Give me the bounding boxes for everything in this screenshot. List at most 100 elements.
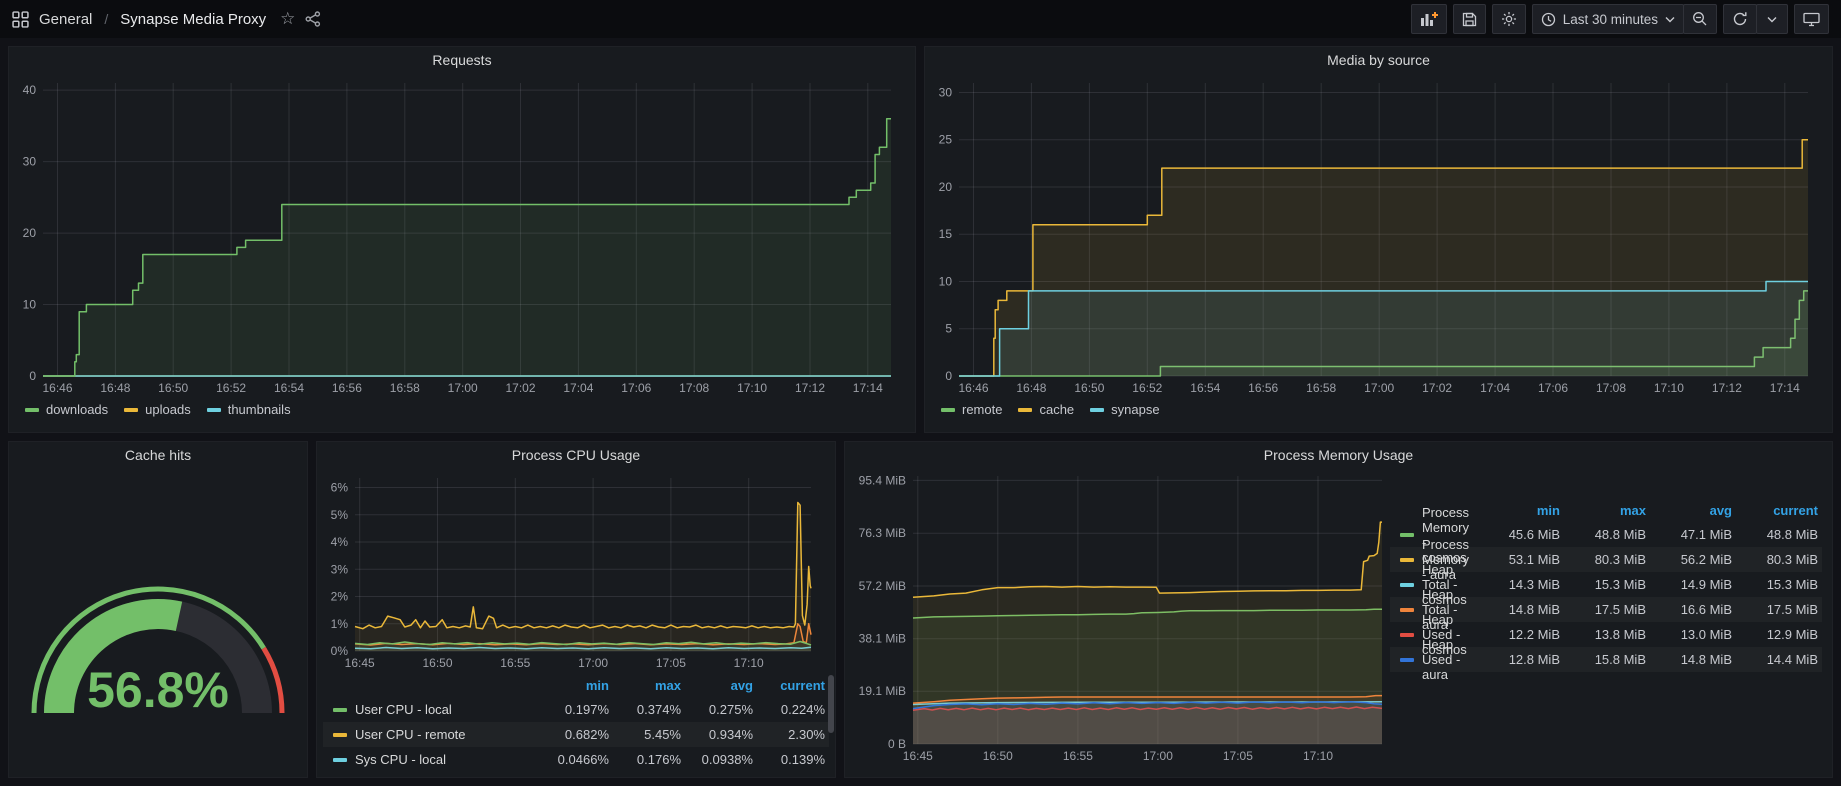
sort-min[interactable]: min <box>537 678 609 693</box>
time-picker-group: Last 30 minutes <box>1532 4 1717 34</box>
svg-text:10: 10 <box>23 298 37 312</box>
series-swatch-icon <box>1400 633 1414 637</box>
star-icon[interactable]: ☆ <box>280 9 295 29</box>
breadcrumb-separator: / <box>102 11 110 27</box>
panel-requests: Requests 16:4616:4816:5016:5216:5416:561… <box>8 46 916 433</box>
svg-text:17:12: 17:12 <box>1712 381 1742 395</box>
svg-text:10: 10 <box>939 275 953 289</box>
table-row: Heap Used - aura 12.8 MiB 15.8 MiB 14.8 … <box>1390 647 1822 672</box>
refresh-interval-dropdown[interactable] <box>1756 4 1788 34</box>
sort-max[interactable]: max <box>1560 503 1646 518</box>
sort-avg[interactable]: avg <box>1646 503 1732 518</box>
cache-hits-gauge: 56.8% <box>12 485 304 761</box>
sort-current[interactable]: current <box>1732 503 1818 518</box>
svg-text:17:14: 17:14 <box>1770 381 1800 395</box>
min-value: 12.8 MiB <box>1474 652 1560 667</box>
avg-value: 0.0938% <box>681 752 753 767</box>
svg-text:17:05: 17:05 <box>656 656 686 670</box>
svg-text:16:54: 16:54 <box>274 381 304 395</box>
cache-hits-value: 56.8% <box>87 662 229 718</box>
remote-swatch-icon <box>941 408 955 412</box>
max-value: 0.374% <box>609 702 681 717</box>
save-dashboard-button[interactable] <box>1453 4 1486 34</box>
svg-text:25: 25 <box>939 133 953 147</box>
legend-label: thumbnails <box>228 402 291 417</box>
svg-text:30: 30 <box>939 86 953 100</box>
svg-text:1%: 1% <box>331 617 349 631</box>
max-value: 17.5 MiB <box>1560 602 1646 617</box>
dashboard-settings-button[interactable] <box>1492 4 1526 34</box>
table-row: User CPU - remote 0.682% 5.45% 0.934% 2.… <box>323 722 829 747</box>
legend-scrollbar[interactable] <box>828 675 834 733</box>
panel-memory-usage: Process Memory Usage 16:4516:5016:5517:0… <box>844 441 1833 778</box>
cache-swatch-icon <box>1018 408 1032 412</box>
max-value: 80.3 MiB <box>1560 552 1646 567</box>
sort-min[interactable]: min <box>1474 503 1560 518</box>
time-range-button[interactable]: Last 30 minutes <box>1532 4 1684 34</box>
series-swatch-icon <box>333 708 347 712</box>
svg-text:17:06: 17:06 <box>621 381 651 395</box>
share-icon[interactable] <box>305 11 321 27</box>
panel-title-requests[interactable]: Requests <box>9 47 915 73</box>
current-value: 0.139% <box>753 752 825 767</box>
avg-value: 56.2 MiB <box>1646 552 1732 567</box>
current-value: 80.3 MiB <box>1732 552 1818 567</box>
svg-text:4%: 4% <box>331 535 349 549</box>
dashboard-title: Synapse Media Proxy <box>120 11 266 28</box>
breadcrumb-folder[interactable]: General <box>39 11 92 28</box>
current-value: 17.5 MiB <box>1732 602 1818 617</box>
series-toggle-user-cpu-remote[interactable]: User CPU - remote <box>333 727 537 742</box>
panel-title-media[interactable]: Media by source <box>925 47 1832 73</box>
series-toggle-heap-used-aura[interactable]: Heap Used - aura <box>1400 637 1474 682</box>
svg-text:0: 0 <box>29 369 36 383</box>
sort-avg[interactable]: avg <box>681 678 753 693</box>
legend-item-thumbnails[interactable]: thumbnails <box>207 402 291 417</box>
svg-text:16:46: 16:46 <box>958 381 988 395</box>
requests-chart[interactable]: 16:4616:4816:5016:5216:5416:5616:5817:00… <box>9 73 901 400</box>
refresh-group <box>1723 4 1788 34</box>
current-value: 0.224% <box>753 702 825 717</box>
kiosk-mode-button[interactable] <box>1794 4 1829 34</box>
series-swatch-icon <box>333 758 347 762</box>
svg-text:57.2 MiB: 57.2 MiB <box>859 579 906 593</box>
svg-text:6%: 6% <box>331 481 349 495</box>
legend-item-remote[interactable]: remote <box>941 402 1002 417</box>
svg-text:38.1 MiB: 38.1 MiB <box>859 632 906 646</box>
refresh-button[interactable] <box>1723 4 1757 34</box>
svg-text:17:12: 17:12 <box>795 381 825 395</box>
series-swatch-icon <box>1400 558 1414 562</box>
panel-title-memory[interactable]: Process Memory Usage <box>845 442 1832 468</box>
panel-title-cpu[interactable]: Process CPU Usage <box>317 442 835 468</box>
svg-text:17:04: 17:04 <box>563 381 593 395</box>
legend-item-cache[interactable]: cache <box>1018 402 1074 417</box>
svg-text:16:56: 16:56 <box>1248 381 1278 395</box>
legend-item-uploads[interactable]: uploads <box>124 402 191 417</box>
svg-text:0 B: 0 B <box>888 737 906 751</box>
series-toggle-sys-cpu-local[interactable]: Sys CPU - local <box>333 752 537 767</box>
legend-label: uploads <box>145 402 191 417</box>
svg-text:17:10: 17:10 <box>737 381 767 395</box>
svg-text:16:56: 16:56 <box>332 381 362 395</box>
top-nav-bar: General / Synapse Media Proxy ☆ <box>0 0 1841 38</box>
svg-text:17:10: 17:10 <box>1654 381 1684 395</box>
svg-text:40: 40 <box>23 83 37 97</box>
svg-text:76.3 MiB: 76.3 MiB <box>859 526 906 540</box>
min-value: 12.2 MiB <box>1474 627 1560 642</box>
sort-current[interactable]: current <box>753 678 825 693</box>
media-chart[interactable]: 16:4616:4816:5016:5216:5416:5616:5817:00… <box>925 73 1818 400</box>
series-toggle-user-cpu-local[interactable]: User CPU - local <box>333 702 537 717</box>
uploads-swatch-icon <box>124 408 138 412</box>
table-row: Sys CPU - local 0.0466% 0.176% 0.0938% 0… <box>323 747 829 772</box>
max-value: 15.8 MiB <box>1560 652 1646 667</box>
cpu-chart[interactable]: 16:4516:5016:5517:0017:0517:100%1%2%3%4%… <box>317 468 823 673</box>
add-panel-button[interactable] <box>1411 4 1447 34</box>
apps-grid-icon[interactable] <box>12 11 29 28</box>
legend-item-synapse[interactable]: synapse <box>1090 402 1159 417</box>
panel-title-cache-hits[interactable]: Cache hits <box>9 442 307 468</box>
min-value: 53.1 MiB <box>1474 552 1560 567</box>
legend-item-downloads[interactable]: downloads <box>25 402 108 417</box>
sort-max[interactable]: max <box>609 678 681 693</box>
grafana-dashboard: General / Synapse Media Proxy ☆ <box>0 0 1841 786</box>
memory-chart[interactable]: 16:4516:5016:5517:0017:0517:100 B19.1 Mi… <box>845 468 1390 768</box>
zoom-out-time-button[interactable] <box>1683 4 1717 34</box>
